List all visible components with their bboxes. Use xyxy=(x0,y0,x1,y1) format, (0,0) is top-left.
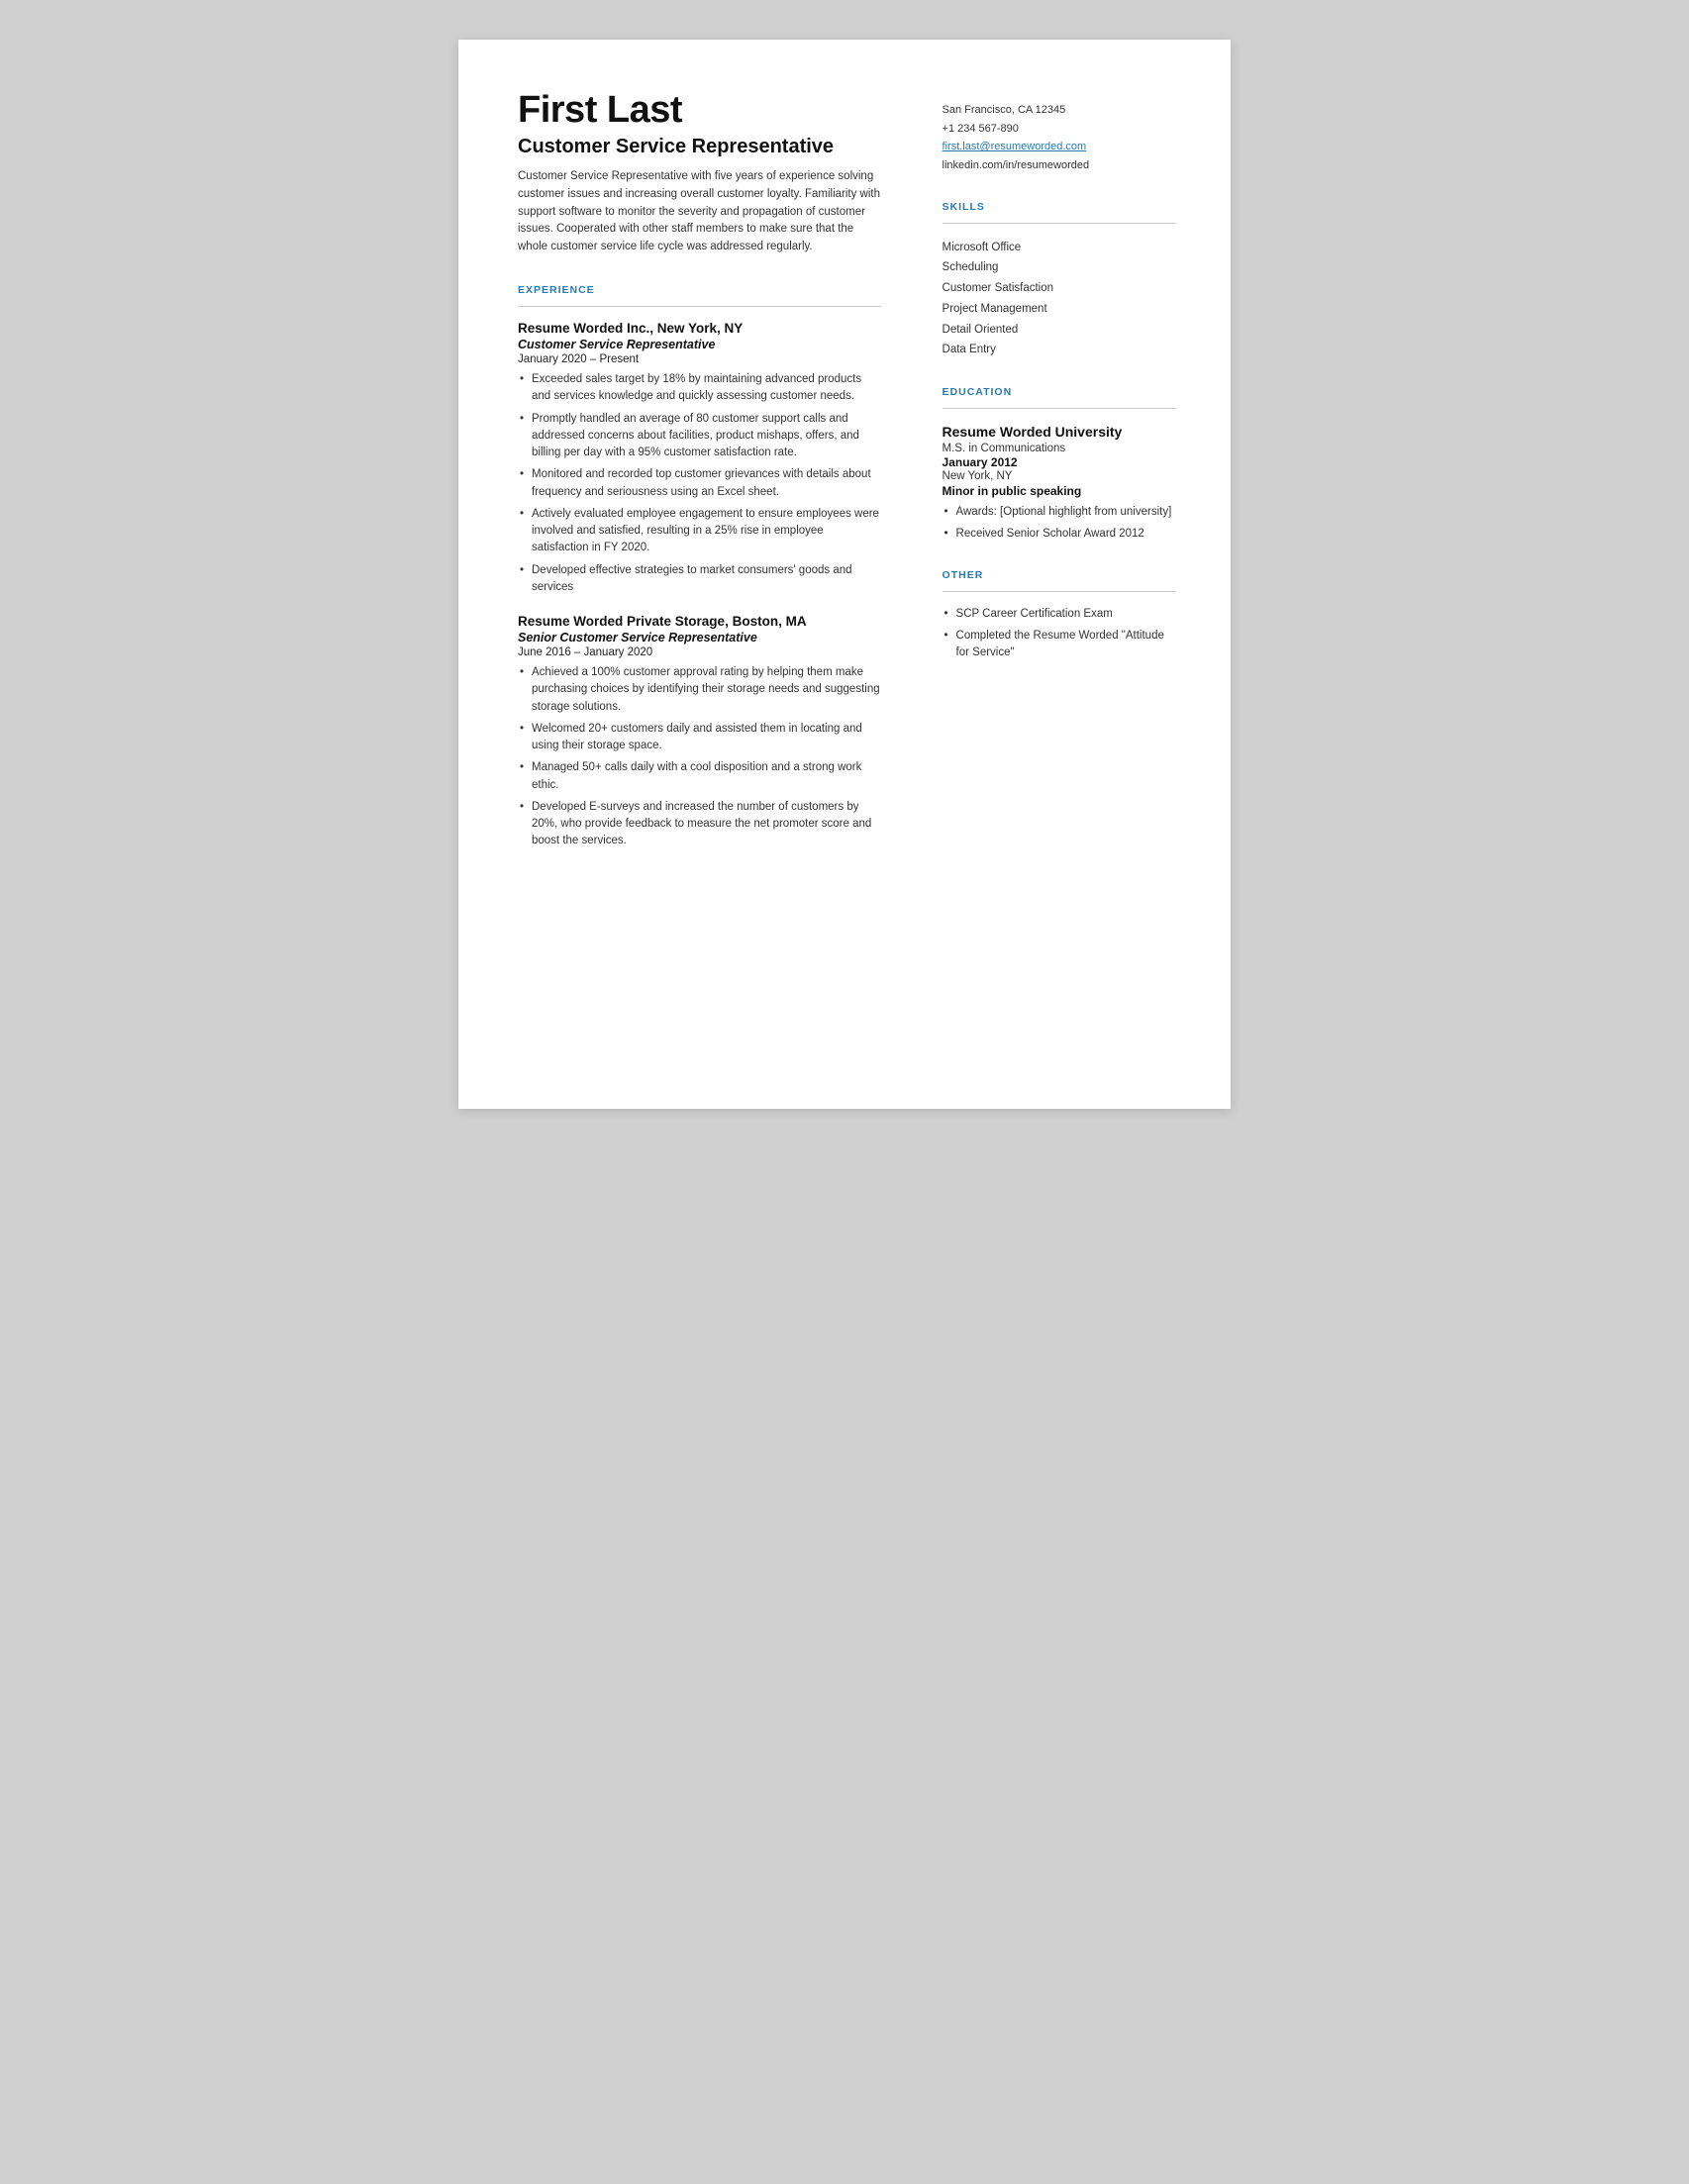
company-name-2: Resume Worded Private Storage, Boston, M… xyxy=(518,614,881,629)
skill-6: Data Entry xyxy=(943,340,1176,360)
experience-entry-2: Resume Worded Private Storage, Boston, M… xyxy=(518,614,881,850)
bullet-1-1: Exceeded sales target by 18% by maintain… xyxy=(518,371,881,406)
skill-5: Detail Oriented xyxy=(943,320,1176,341)
company-bold-2: Resume Worded Private Storage, xyxy=(518,614,729,629)
candidate-summary: Customer Service Representative with fiv… xyxy=(518,168,881,256)
bullets-2: Achieved a 100% customer approval rating… xyxy=(518,664,881,850)
bullet-2-2: Welcomed 20+ customers daily and assiste… xyxy=(518,721,881,755)
role-title-2: Senior Customer Service Representative xyxy=(518,631,881,645)
company-name-1: Resume Worded Inc., New York, NY xyxy=(518,321,881,336)
other-bullet-1: SCP Career Certification Exam xyxy=(943,606,1176,623)
header-section: First Last Customer Service Representati… xyxy=(518,89,881,256)
contact-email: first.last@resumeworded.com xyxy=(943,138,1176,156)
company-location-1: New York, NY xyxy=(653,321,743,336)
bullet-1-3: Monitored and recorded top customer grie… xyxy=(518,466,881,501)
date-range-1: January 2020 – Present xyxy=(518,353,881,365)
company-location-2: Boston, MA xyxy=(729,614,807,629)
education-entry: Resume Worded University M.S. in Communi… xyxy=(943,423,1176,544)
other-section-label: OTHER xyxy=(943,569,1176,581)
skills-section-label: SKILLS xyxy=(943,201,1176,213)
edu-degree: M.S. in Communications xyxy=(943,443,1176,454)
education-section-label: EDUCATION xyxy=(943,386,1176,398)
experience-entry-1: Resume Worded Inc., New York, NY Custome… xyxy=(518,321,881,596)
experience-section-label: EXPERIENCE xyxy=(518,284,881,296)
edu-minor: Minor in public speaking xyxy=(943,484,1176,498)
bullet-2-3: Managed 50+ calls daily with a cool disp… xyxy=(518,759,881,794)
edu-bullet-2: Received Senior Scholar Award 2012 xyxy=(943,526,1176,543)
resume-page: First Last Customer Service Representati… xyxy=(458,40,1231,1109)
candidate-name: First Last xyxy=(518,89,881,132)
bullet-2-4: Developed E-surveys and increased the nu… xyxy=(518,799,881,850)
skill-3: Customer Satisfaction xyxy=(943,278,1176,299)
skills-list: Microsoft Office Scheduling Customer Sat… xyxy=(943,238,1176,360)
other-bullet-2: Completed the Resume Worded "Attitude fo… xyxy=(943,628,1176,662)
date-range-2: June 2016 – January 2020 xyxy=(518,646,881,658)
contact-info: San Francisco, CA 12345 +1 234 567-890 f… xyxy=(943,101,1176,175)
skill-1: Microsoft Office xyxy=(943,238,1176,258)
skill-4: Project Management xyxy=(943,299,1176,320)
skills-divider xyxy=(943,223,1176,224)
email-link[interactable]: first.last@resumeworded.com xyxy=(943,141,1087,152)
contact-location: San Francisco, CA 12345 xyxy=(943,101,1176,120)
right-column: San Francisco, CA 12345 +1 234 567-890 f… xyxy=(913,89,1176,1059)
edu-location: New York, NY xyxy=(943,470,1176,482)
edu-date: January 2012 xyxy=(943,455,1176,469)
bullets-1: Exceeded sales target by 18% by maintain… xyxy=(518,371,881,596)
edu-bullets: Awards: [Optional highlight from univers… xyxy=(943,504,1176,544)
role-title-1: Customer Service Representative xyxy=(518,338,881,351)
edu-bullet-1: Awards: [Optional highlight from univers… xyxy=(943,504,1176,521)
left-column: First Last Customer Service Representati… xyxy=(518,89,913,1059)
other-divider xyxy=(943,591,1176,592)
bullet-1-2: Promptly handled an average of 80 custom… xyxy=(518,411,881,462)
company-bold-1: Resume Worded Inc., xyxy=(518,321,653,336)
candidate-title: Customer Service Representative xyxy=(518,136,881,158)
bullet-2-1: Achieved a 100% customer approval rating… xyxy=(518,664,881,716)
skill-2: Scheduling xyxy=(943,257,1176,278)
bullet-1-5: Developed effective strategies to market… xyxy=(518,562,881,597)
bullet-1-4: Actively evaluated employee engagement t… xyxy=(518,506,881,557)
contact-phone: +1 234 567-890 xyxy=(943,120,1176,139)
other-list: SCP Career Certification Exam Completed … xyxy=(943,606,1176,662)
education-divider xyxy=(943,408,1176,409)
contact-linkedin: linkedin.com/in/resumeworded xyxy=(943,156,1176,175)
experience-divider xyxy=(518,306,881,307)
edu-institution: Resume Worded University xyxy=(943,423,1176,441)
